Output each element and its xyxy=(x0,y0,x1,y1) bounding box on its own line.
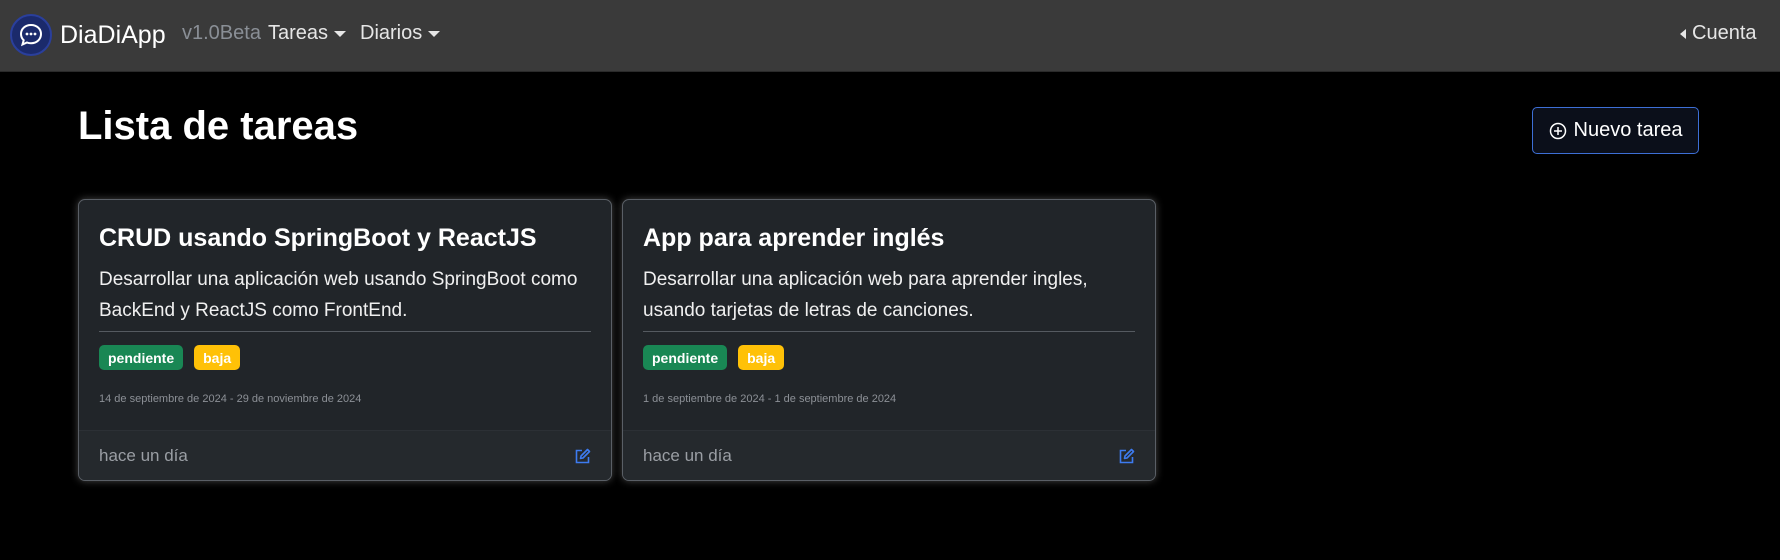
plus-circle-icon xyxy=(1549,122,1566,139)
new-task-button-label: Nuevo tarea xyxy=(1573,119,1683,141)
nav-dropdown-diarios-label: Diarios xyxy=(360,22,423,44)
nav-dropdown-account[interactable]: Cuenta xyxy=(1680,22,1757,45)
status-badge: pendiente xyxy=(99,345,184,370)
nav-dropdown-tareas[interactable]: Tareas xyxy=(268,22,347,45)
version-label: v1.0Beta xyxy=(182,22,261,44)
card-footer: hace un día xyxy=(79,430,611,480)
caret-down-icon xyxy=(334,30,347,37)
task-updated-time: hace un día xyxy=(99,446,188,465)
task-updated-time: hace un día xyxy=(643,446,732,465)
task-title: CRUD usando SpringBoot y ReactJS xyxy=(99,224,537,252)
edit-icon[interactable] xyxy=(574,448,591,470)
chat-bubble-logo-icon xyxy=(10,14,52,56)
status-badge: pendiente xyxy=(643,345,728,370)
nav-dropdown-diarios[interactable]: Diarios xyxy=(360,22,441,45)
task-title: App para aprender inglés xyxy=(643,224,945,252)
edit-icon[interactable] xyxy=(1118,448,1135,470)
priority-badge: baja xyxy=(738,345,785,370)
nav-dropdown-tareas-label: Tareas xyxy=(268,22,329,44)
divider xyxy=(99,331,591,332)
priority-badge: baja xyxy=(194,345,241,370)
caret-left-icon xyxy=(1680,28,1686,39)
task-card: App para aprender inglés Desarrollar una… xyxy=(622,199,1156,481)
divider xyxy=(643,331,1135,332)
new-task-button[interactable]: Nuevo tarea xyxy=(1532,107,1699,154)
page-title: Lista de tareas xyxy=(78,104,359,148)
brand-name: DiaDiApp xyxy=(60,20,166,49)
caret-down-icon xyxy=(428,30,441,37)
nav-dropdown-account-label: Cuenta xyxy=(1692,22,1757,44)
brand-link[interactable]: DiaDiApp xyxy=(10,14,166,56)
task-description: Desarrollar una aplicación web usando Sp… xyxy=(99,269,578,321)
task-description: Desarrollar una aplicación web para apre… xyxy=(643,269,1088,321)
navbar: DiaDiApp v1.0Beta Tareas Diarios Cuenta xyxy=(0,0,1780,72)
task-date-range: 14 de septiembre de 2024 - 29 de noviemb… xyxy=(99,393,362,405)
card-footer: hace un día xyxy=(623,430,1155,480)
task-date-range: 1 de septiembre de 2024 - 1 de septiembr… xyxy=(643,393,897,405)
task-card: CRUD usando SpringBoot y ReactJS Desarro… xyxy=(78,199,612,481)
